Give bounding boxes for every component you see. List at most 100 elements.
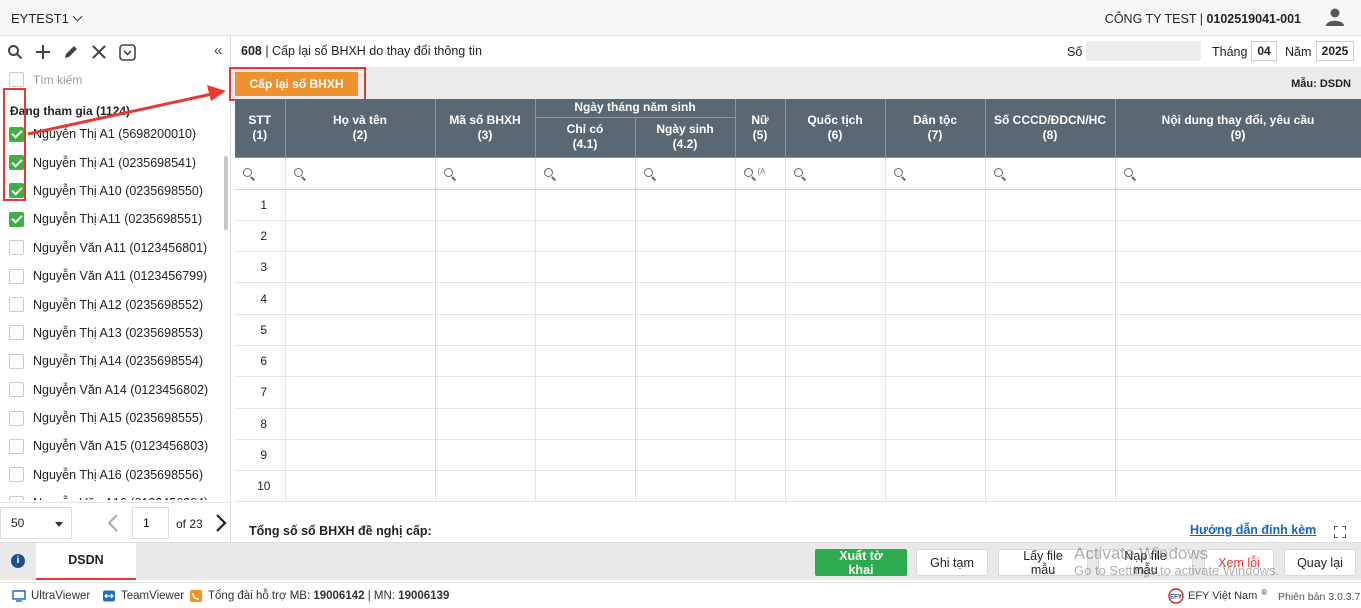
ultraviewer-link[interactable]: UltraViewer: [12, 590, 90, 602]
employee-item[interactable]: Nguyễn Văn A14 (0123456802): [0, 376, 224, 404]
filter-nu-hint[interactable]: (A: [758, 167, 766, 176]
table-cell[interactable]: [1115, 251, 1361, 284]
table-cell[interactable]: [535, 314, 636, 346]
table-cell[interactable]: [535, 220, 636, 253]
table-cell[interactable]: [285, 251, 436, 284]
employee-item[interactable]: Nguyễn Thị A16 (0235698556): [0, 461, 224, 489]
table-cell[interactable]: [1115, 189, 1361, 221]
table-cell[interactable]: [735, 314, 786, 346]
fullscreen-icon[interactable]: [1334, 526, 1346, 538]
table-cell[interactable]: [435, 376, 536, 409]
filter-ma-so[interactable]: [435, 157, 536, 190]
get-template-button[interactable]: Lấy file mẫu: [998, 549, 1088, 577]
table-cell[interactable]: [285, 345, 436, 378]
table-cell[interactable]: [735, 251, 786, 284]
table-cell[interactable]: [1115, 345, 1361, 378]
employee-checkbox[interactable]: [9, 353, 24, 369]
save-draft-button[interactable]: Ghi tạm: [916, 549, 988, 576]
table-cell[interactable]: [1115, 470, 1361, 503]
employee-checkbox[interactable]: [9, 467, 24, 483]
table-cell[interactable]: [885, 345, 986, 378]
table-cell[interactable]: [635, 345, 736, 378]
filter-cccd[interactable]: [985, 157, 1116, 190]
table-cell[interactable]: [985, 282, 1116, 315]
table-cell[interactable]: [635, 314, 736, 346]
table-cell[interactable]: [735, 376, 786, 409]
table-cell[interactable]: [785, 408, 886, 440]
info-icon[interactable]: i: [11, 554, 25, 568]
employee-checkbox[interactable]: [9, 495, 24, 500]
table-cell[interactable]: [435, 408, 536, 440]
add-icon[interactable]: [34, 43, 52, 61]
table-cell[interactable]: [885, 470, 986, 503]
table-cell[interactable]: [635, 376, 736, 409]
table-cell[interactable]: [635, 470, 736, 503]
table-cell[interactable]: [885, 251, 986, 284]
employee-item[interactable]: Nguyễn Văn A16 (0123456804): [0, 489, 224, 500]
table-cell[interactable]: [885, 189, 986, 221]
table-cell[interactable]: [785, 189, 886, 221]
table-cell[interactable]: [785, 220, 886, 253]
table-cell[interactable]: [885, 408, 986, 440]
table-cell[interactable]: [285, 439, 436, 472]
table-cell[interactable]: [785, 282, 886, 315]
table-cell[interactable]: [535, 345, 636, 378]
table-cell[interactable]: [435, 189, 536, 221]
employee-item[interactable]: Nguyễn Văn A15 (0123456803): [0, 432, 224, 460]
table-cell[interactable]: [885, 439, 986, 472]
user-icon[interactable]: [1325, 7, 1345, 27]
employee-checkbox[interactable]: [9, 297, 24, 313]
table-cell[interactable]: [785, 251, 886, 284]
table-cell[interactable]: [885, 220, 986, 253]
filter-nu[interactable]: (A: [735, 157, 786, 190]
table-cell[interactable]: [435, 220, 536, 253]
table-cell[interactable]: [285, 376, 436, 409]
table-cell[interactable]: [985, 220, 1116, 253]
employee-checkbox[interactable]: [9, 325, 24, 341]
employee-checkbox[interactable]: [9, 240, 24, 256]
teamviewer-link[interactable]: TeamViewer: [102, 590, 184, 602]
search-input[interactable]: Tìm kiếm: [33, 73, 82, 87]
table-cell[interactable]: [285, 220, 436, 253]
nam-input[interactable]: 2025: [1316, 41, 1354, 61]
page-number-input[interactable]: [132, 507, 169, 539]
table-cell[interactable]: [635, 282, 736, 315]
table-cell[interactable]: [735, 439, 786, 472]
employee-checkbox[interactable]: [9, 382, 24, 398]
table-cell[interactable]: [635, 408, 736, 440]
employee-checkbox[interactable]: [9, 268, 24, 284]
next-page-icon[interactable]: [214, 513, 228, 533]
table-cell[interactable]: [535, 189, 636, 221]
table-cell[interactable]: [735, 408, 786, 440]
table-cell[interactable]: [285, 408, 436, 440]
employee-item[interactable]: Nguyễn Thị A10 (0235698550): [0, 177, 224, 205]
table-cell[interactable]: [635, 189, 736, 221]
table-cell[interactable]: [985, 376, 1116, 409]
table-cell[interactable]: [1115, 376, 1361, 409]
export-declaration-button[interactable]: Xuất tờ khai: [815, 549, 907, 577]
back-button[interactable]: Quay lại: [1284, 549, 1356, 576]
table-cell[interactable]: [785, 376, 886, 409]
table-cell[interactable]: [635, 251, 736, 284]
table-cell[interactable]: [535, 251, 636, 284]
prev-page-icon[interactable]: [106, 513, 120, 533]
table-cell[interactable]: [435, 314, 536, 346]
table-cell[interactable]: [1115, 314, 1361, 346]
table-cell[interactable]: [285, 282, 436, 315]
table-cell[interactable]: [1115, 282, 1361, 315]
employee-checkbox[interactable]: [9, 410, 24, 426]
page-size-select[interactable]: 50: [0, 507, 72, 539]
tenant-selector[interactable]: EYTEST1: [11, 11, 83, 26]
filter-stt[interactable]: [235, 157, 286, 190]
load-template-button[interactable]: Nạp file mẫu: [1098, 549, 1193, 577]
table-cell[interactable]: [435, 345, 536, 378]
search-icon[interactable]: [6, 43, 24, 61]
guide-link[interactable]: Hướng dẫn đính kèm: [1190, 523, 1316, 537]
employee-item[interactable]: Nguyễn Văn A11 (0123456799): [0, 262, 224, 290]
filter-noi-dung[interactable]: [1115, 157, 1361, 190]
table-cell[interactable]: [785, 345, 886, 378]
table-cell[interactable]: [985, 470, 1116, 503]
table-cell[interactable]: [735, 220, 786, 253]
table-cell[interactable]: [885, 282, 986, 315]
table-cell[interactable]: [435, 251, 536, 284]
